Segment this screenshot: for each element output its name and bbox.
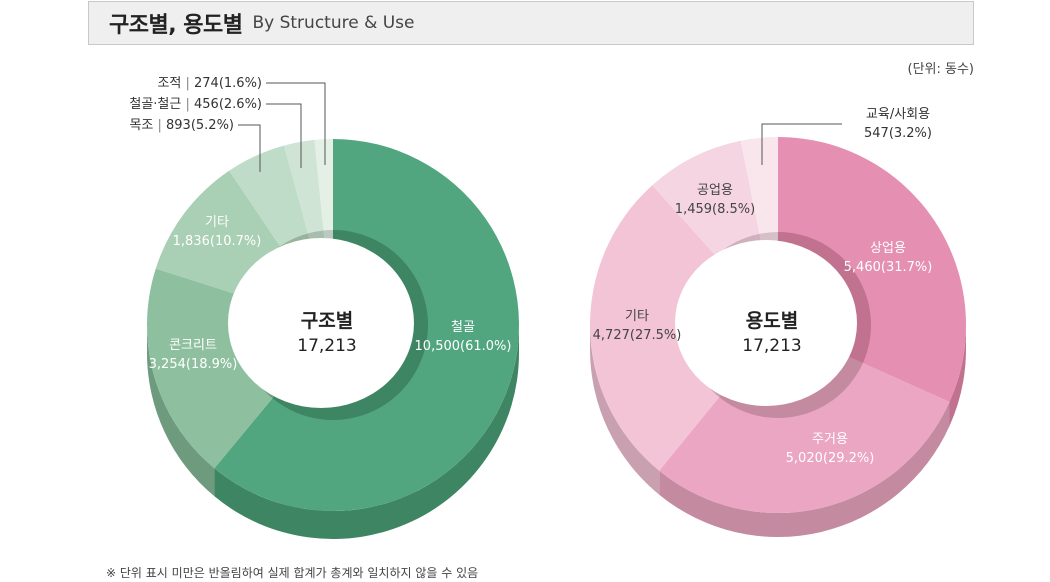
slice-value-3: 4,727(27.5%) (593, 328, 682, 343)
callout-name-5: 교육/사회용 (866, 107, 930, 122)
slice-value-3: 1,836(10.7%) (173, 234, 262, 249)
center-label: 용도별 (746, 310, 798, 332)
callout-separator-5: | (181, 97, 194, 112)
slice-value-4: 1,459(8.5%) (675, 202, 755, 217)
callout-separator-4: | (153, 118, 166, 133)
callout-separator-6: | (181, 76, 194, 91)
slice-name-2: 콘크리트 (169, 338, 217, 353)
callout-name-5: 철골·철근 (129, 97, 181, 112)
donut-charts: 구조별 17,213 철골 10,500(61.0%) 콘크리트 3,254(18.9%)… (129, 76, 967, 539)
donut-chart-2: 용도별 17,213 상업용 5,460(31.7%) 주거용 5,020(29.2%) 기… (589, 107, 967, 537)
callout-label-6: 조적 | 274(1.6%) (157, 76, 262, 91)
slice-value-2: 3,254(18.9%) (149, 357, 238, 372)
slice-value-1: 10,500(61.0%) (415, 339, 512, 354)
callout-label-4: 목조 | 893(5.2%) (129, 118, 234, 133)
callout-value-5: 547(3.2%) (864, 126, 932, 141)
callout-label-5: 철골·철근 | 456(2.6%) (129, 97, 262, 112)
callout-value-5: 456(2.6%) (194, 97, 262, 112)
slice-name-4: 공업용 (697, 183, 733, 198)
callout-name-4: 목조 (129, 118, 153, 133)
donut-chart-1: 구조별 17,213 철골 10,500(61.0%) 콘크리트 3,254(18.9%)… (129, 76, 519, 539)
slice-name-3: 기타 (625, 309, 649, 324)
slice-value-1: 5,460(31.7%) (844, 260, 933, 275)
center-total: 17,213 (297, 336, 356, 356)
center-label: 구조별 (301, 310, 353, 332)
callout-value-6: 274(1.6%) (194, 76, 262, 91)
slice-name-3: 기타 (205, 215, 229, 230)
slice-name-2: 주거용 (812, 432, 848, 447)
slice-name-1: 철골 (451, 320, 475, 335)
callout-name-6: 조적 (157, 76, 181, 91)
slice-value-2: 5,020(29.2%) (786, 451, 875, 466)
callout-value-4: 893(5.2%) (166, 118, 234, 133)
center-total: 17,213 (742, 336, 801, 356)
slice-name-1: 상업용 (870, 241, 906, 256)
